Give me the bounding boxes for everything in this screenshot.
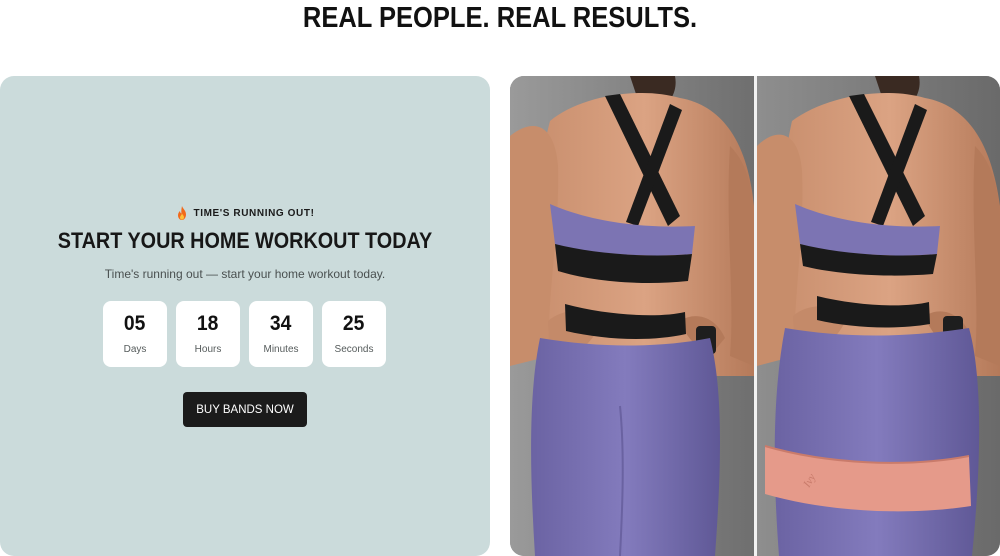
section-headline: REAL PEOPLE. REAL RESULTS.	[302, 2, 698, 34]
countdown-value: 25	[343, 312, 365, 335]
after-photo: Ivy	[757, 76, 1000, 556]
countdown-days: 05 Days	[103, 301, 167, 367]
countdown-value: 05	[124, 312, 146, 335]
promo-title: START YOUR HOME WORKOUT TODAY	[57, 228, 433, 253]
countdown-label: Days	[123, 344, 147, 355]
countdown-hours: 18 Hours	[176, 301, 240, 367]
countdown-timer: 05 Days 18 Hours 34 Minutes 25 Seconds	[103, 301, 387, 367]
countdown-label: Hours	[194, 344, 222, 355]
countdown-label: Seconds	[334, 344, 374, 355]
kicker-text: TIME'S RUNNING OUT!	[193, 207, 315, 219]
countdown-minutes: 34 Minutes	[249, 301, 313, 367]
countdown-label: Minutes	[263, 344, 299, 355]
countdown-value: 34	[270, 312, 292, 335]
buy-bands-button[interactable]: BUY BANDS NOW	[183, 392, 307, 427]
promo-subtitle: Time's running out — start your home wor…	[104, 267, 386, 281]
kicker: TIME'S RUNNING OUT!	[0, 205, 490, 221]
before-after-photos: Ivy	[510, 76, 1000, 556]
before-photo	[510, 76, 754, 556]
fire-icon	[177, 206, 186, 220]
countdown-seconds: 25 Seconds	[322, 301, 386, 367]
countdown-value: 18	[197, 312, 219, 335]
